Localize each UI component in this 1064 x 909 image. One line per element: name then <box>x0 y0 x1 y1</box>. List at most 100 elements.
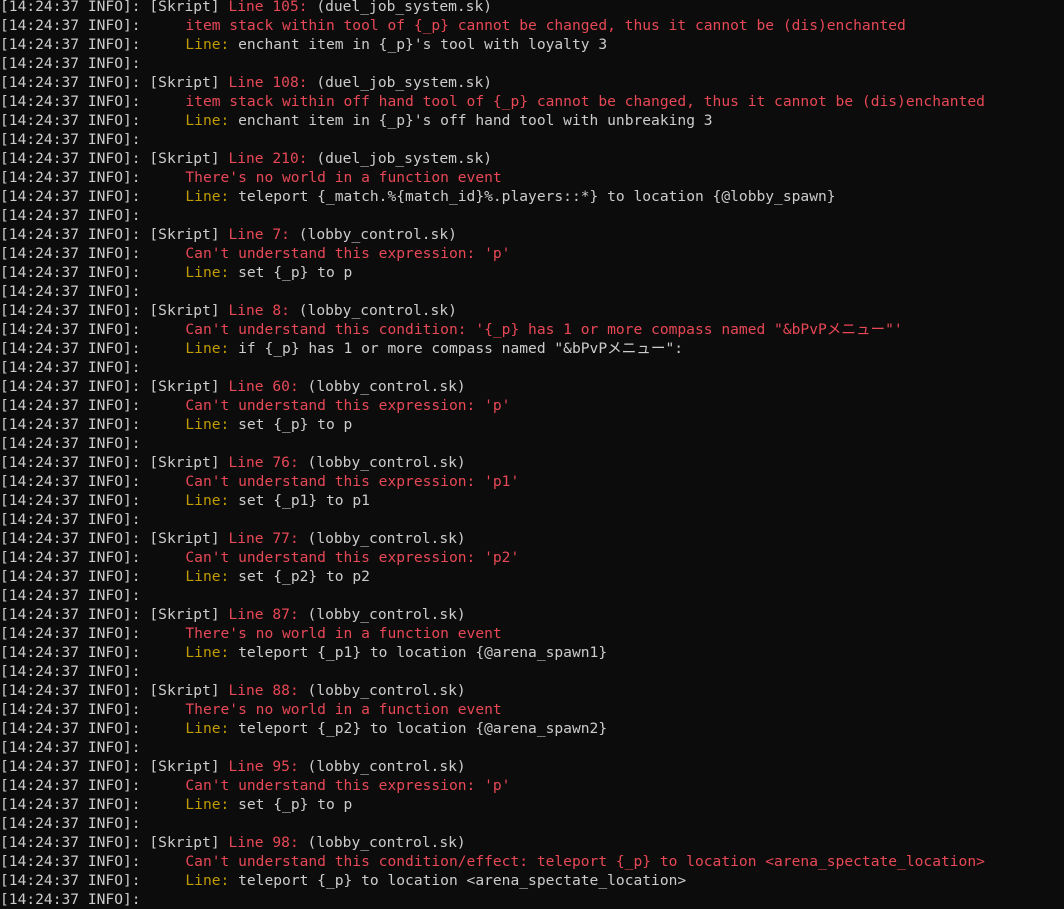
log-prefix: [14:24:37 INFO]: <box>0 739 150 756</box>
log-code-label: Line: <box>185 492 230 509</box>
log-error-message: Can't understand this expression: 'p' <box>185 777 511 794</box>
log-code-label: Line: <box>185 568 230 585</box>
log-script-file: (lobby_control.sk) <box>298 378 466 395</box>
log-line-number: Line 87: <box>228 606 299 623</box>
log-line: [14:24:37 INFO]: <box>0 282 1064 301</box>
log-prefix: [14:24:37 INFO]: <box>0 473 150 490</box>
log-code-label: Line: <box>185 188 230 205</box>
log-error-message: Can't understand this expression: 'p' <box>185 245 511 262</box>
log-source-tag: [Skript] <box>149 302 229 319</box>
log-line: [14:24:37 INFO]: Line: set {_p1} to p1 <box>0 491 1064 510</box>
log-prefix: [14:24:37 INFO]: <box>0 0 150 15</box>
log-line-number: Line 95: <box>228 758 299 775</box>
log-source-tag: [Skript] <box>149 454 229 471</box>
log-prefix: [14:24:37 INFO]: <box>0 169 150 186</box>
log-line: [14:24:37 INFO]: Can't understand this c… <box>0 852 1064 871</box>
log-prefix: [14:24:37 INFO]: <box>0 93 150 110</box>
log-error-message: item stack within tool of {_p} cannot be… <box>185 17 906 34</box>
log-prefix: [14:24:37 INFO]: <box>0 321 150 338</box>
log-prefix: [14:24:37 INFO]: <box>0 207 150 224</box>
log-line: [14:24:37 INFO]: <box>0 510 1064 529</box>
log-source-tag: [Skript] <box>149 0 229 15</box>
log-prefix: [14:24:37 INFO]: <box>0 74 150 91</box>
log-line-number: Line 76: <box>228 454 299 471</box>
log-prefix: [14:24:37 INFO]: <box>0 872 150 889</box>
log-script-file: (duel_job_system.sk) <box>307 150 493 167</box>
log-script-file: (lobby_control.sk) <box>289 226 457 243</box>
log-error-message: There's no world in a function event <box>185 625 502 642</box>
log-prefix: [14:24:37 INFO]: <box>0 416 150 433</box>
log-line: [14:24:37 INFO]: [Skript] Line 77: (lobb… <box>0 529 1064 548</box>
log-prefix: [14:24:37 INFO]: <box>0 853 150 870</box>
log-line: [14:24:37 INFO]: Line: set {_p2} to p2 <box>0 567 1064 586</box>
log-prefix: [14:24:37 INFO]: <box>0 606 150 623</box>
log-code-text: enchant item in {_p}'s off hand tool wit… <box>229 112 713 129</box>
log-source-tag: [Skript] <box>149 758 229 775</box>
log-line: [14:24:37 INFO]: Can't understand this e… <box>0 548 1064 567</box>
terminal-console-output[interactable]: [14:24:37 INFO]: [Skript] Line 105: (due… <box>0 0 1064 909</box>
log-script-file: (lobby_control.sk) <box>289 302 457 319</box>
log-prefix: [14:24:37 INFO]: <box>0 397 150 414</box>
log-error-message: Can't understand this expression: 'p2' <box>185 549 520 566</box>
log-prefix: [14:24:37 INFO]: <box>0 682 150 699</box>
log-code-text: set {_p} to p <box>229 796 353 813</box>
log-line: [14:24:37 INFO]: [Skript] Line 108: (due… <box>0 73 1064 92</box>
log-line: [14:24:37 INFO]: Line: teleport {_p} to … <box>0 871 1064 890</box>
log-error-message: Can't understand this condition/effect: … <box>185 853 985 870</box>
log-prefix: [14:24:37 INFO]: <box>0 511 150 528</box>
log-line: [14:24:37 INFO]: There's no world in a f… <box>0 700 1064 719</box>
log-line-number: Line 108: <box>228 74 308 91</box>
log-line: [14:24:37 INFO]: Line: teleport {_match.… <box>0 187 1064 206</box>
log-prefix: [14:24:37 INFO]: <box>0 150 150 167</box>
log-line: [14:24:37 INFO]: Can't understand this e… <box>0 244 1064 263</box>
log-prefix: [14:24:37 INFO]: <box>0 720 150 737</box>
log-script-file: (lobby_control.sk) <box>298 682 466 699</box>
log-prefix: [14:24:37 INFO]: <box>0 454 150 471</box>
log-code-label: Line: <box>185 644 230 661</box>
log-code-label: Line: <box>185 720 230 737</box>
log-prefix: [14:24:37 INFO]: <box>0 758 150 775</box>
log-line: [14:24:37 INFO]: [Skript] Line 7: (lobby… <box>0 225 1064 244</box>
log-line-number: Line 210: <box>228 150 308 167</box>
log-line: [14:24:37 INFO]: Can't understand this e… <box>0 396 1064 415</box>
log-script-file: (lobby_control.sk) <box>298 834 466 851</box>
log-error-message: item stack within off hand tool of {_p} … <box>185 93 985 110</box>
log-code-label: Line: <box>185 36 230 53</box>
log-prefix: [14:24:37 INFO]: <box>0 492 150 509</box>
log-script-file: (duel_job_system.sk) <box>307 74 493 91</box>
log-prefix: [14:24:37 INFO]: <box>0 226 150 243</box>
log-prefix: [14:24:37 INFO]: <box>0 188 150 205</box>
log-script-file: (lobby_control.sk) <box>298 758 466 775</box>
log-line: [14:24:37 INFO]: [Skript] Line 210: (due… <box>0 149 1064 168</box>
log-line: [14:24:37 INFO]: item stack within tool … <box>0 16 1064 35</box>
log-error-message: Can't understand this expression: 'p1' <box>185 473 520 490</box>
log-line-number: Line 7: <box>228 226 290 243</box>
log-line-number: Line 98: <box>228 834 299 851</box>
log-prefix: [14:24:37 INFO]: <box>0 359 150 376</box>
log-line-number: Line 77: <box>228 530 299 547</box>
log-code-text: teleport {_match.%{match_id}%.players::*… <box>229 188 836 205</box>
log-code-text: set {_p2} to p2 <box>229 568 370 585</box>
log-line: [14:24:37 INFO]: <box>0 434 1064 453</box>
log-code-label: Line: <box>185 340 230 357</box>
log-prefix: [14:24:37 INFO]: <box>0 777 150 794</box>
log-error-message: There's no world in a function event <box>185 701 502 718</box>
log-prefix: [14:24:37 INFO]: <box>0 112 150 129</box>
log-prefix: [14:24:37 INFO]: <box>0 834 150 851</box>
log-line: [14:24:37 INFO]: <box>0 358 1064 377</box>
log-error-message: Can't understand this condition: '{_p} h… <box>185 321 903 338</box>
log-script-file: (lobby_control.sk) <box>298 606 466 623</box>
log-prefix: [14:24:37 INFO]: <box>0 245 150 262</box>
log-script-file: (duel_job_system.sk) <box>307 0 493 15</box>
log-prefix: [14:24:37 INFO]: <box>0 549 150 566</box>
log-prefix: [14:24:37 INFO]: <box>0 36 150 53</box>
log-line: [14:24:37 INFO]: <box>0 54 1064 73</box>
log-line: [14:24:37 INFO]: <box>0 738 1064 757</box>
log-line: [14:24:37 INFO]: Line: set {_p} to p <box>0 795 1064 814</box>
log-code-text: teleport {_p2} to location {@arena_spawn… <box>229 720 608 737</box>
log-line: [14:24:37 INFO]: [Skript] Line 60: (lobb… <box>0 377 1064 396</box>
log-line: [14:24:37 INFO]: item stack within off h… <box>0 92 1064 111</box>
log-line-number: Line 105: <box>228 0 308 15</box>
log-script-file: (lobby_control.sk) <box>298 454 466 471</box>
log-code-text: set {_p} to p <box>229 416 353 433</box>
